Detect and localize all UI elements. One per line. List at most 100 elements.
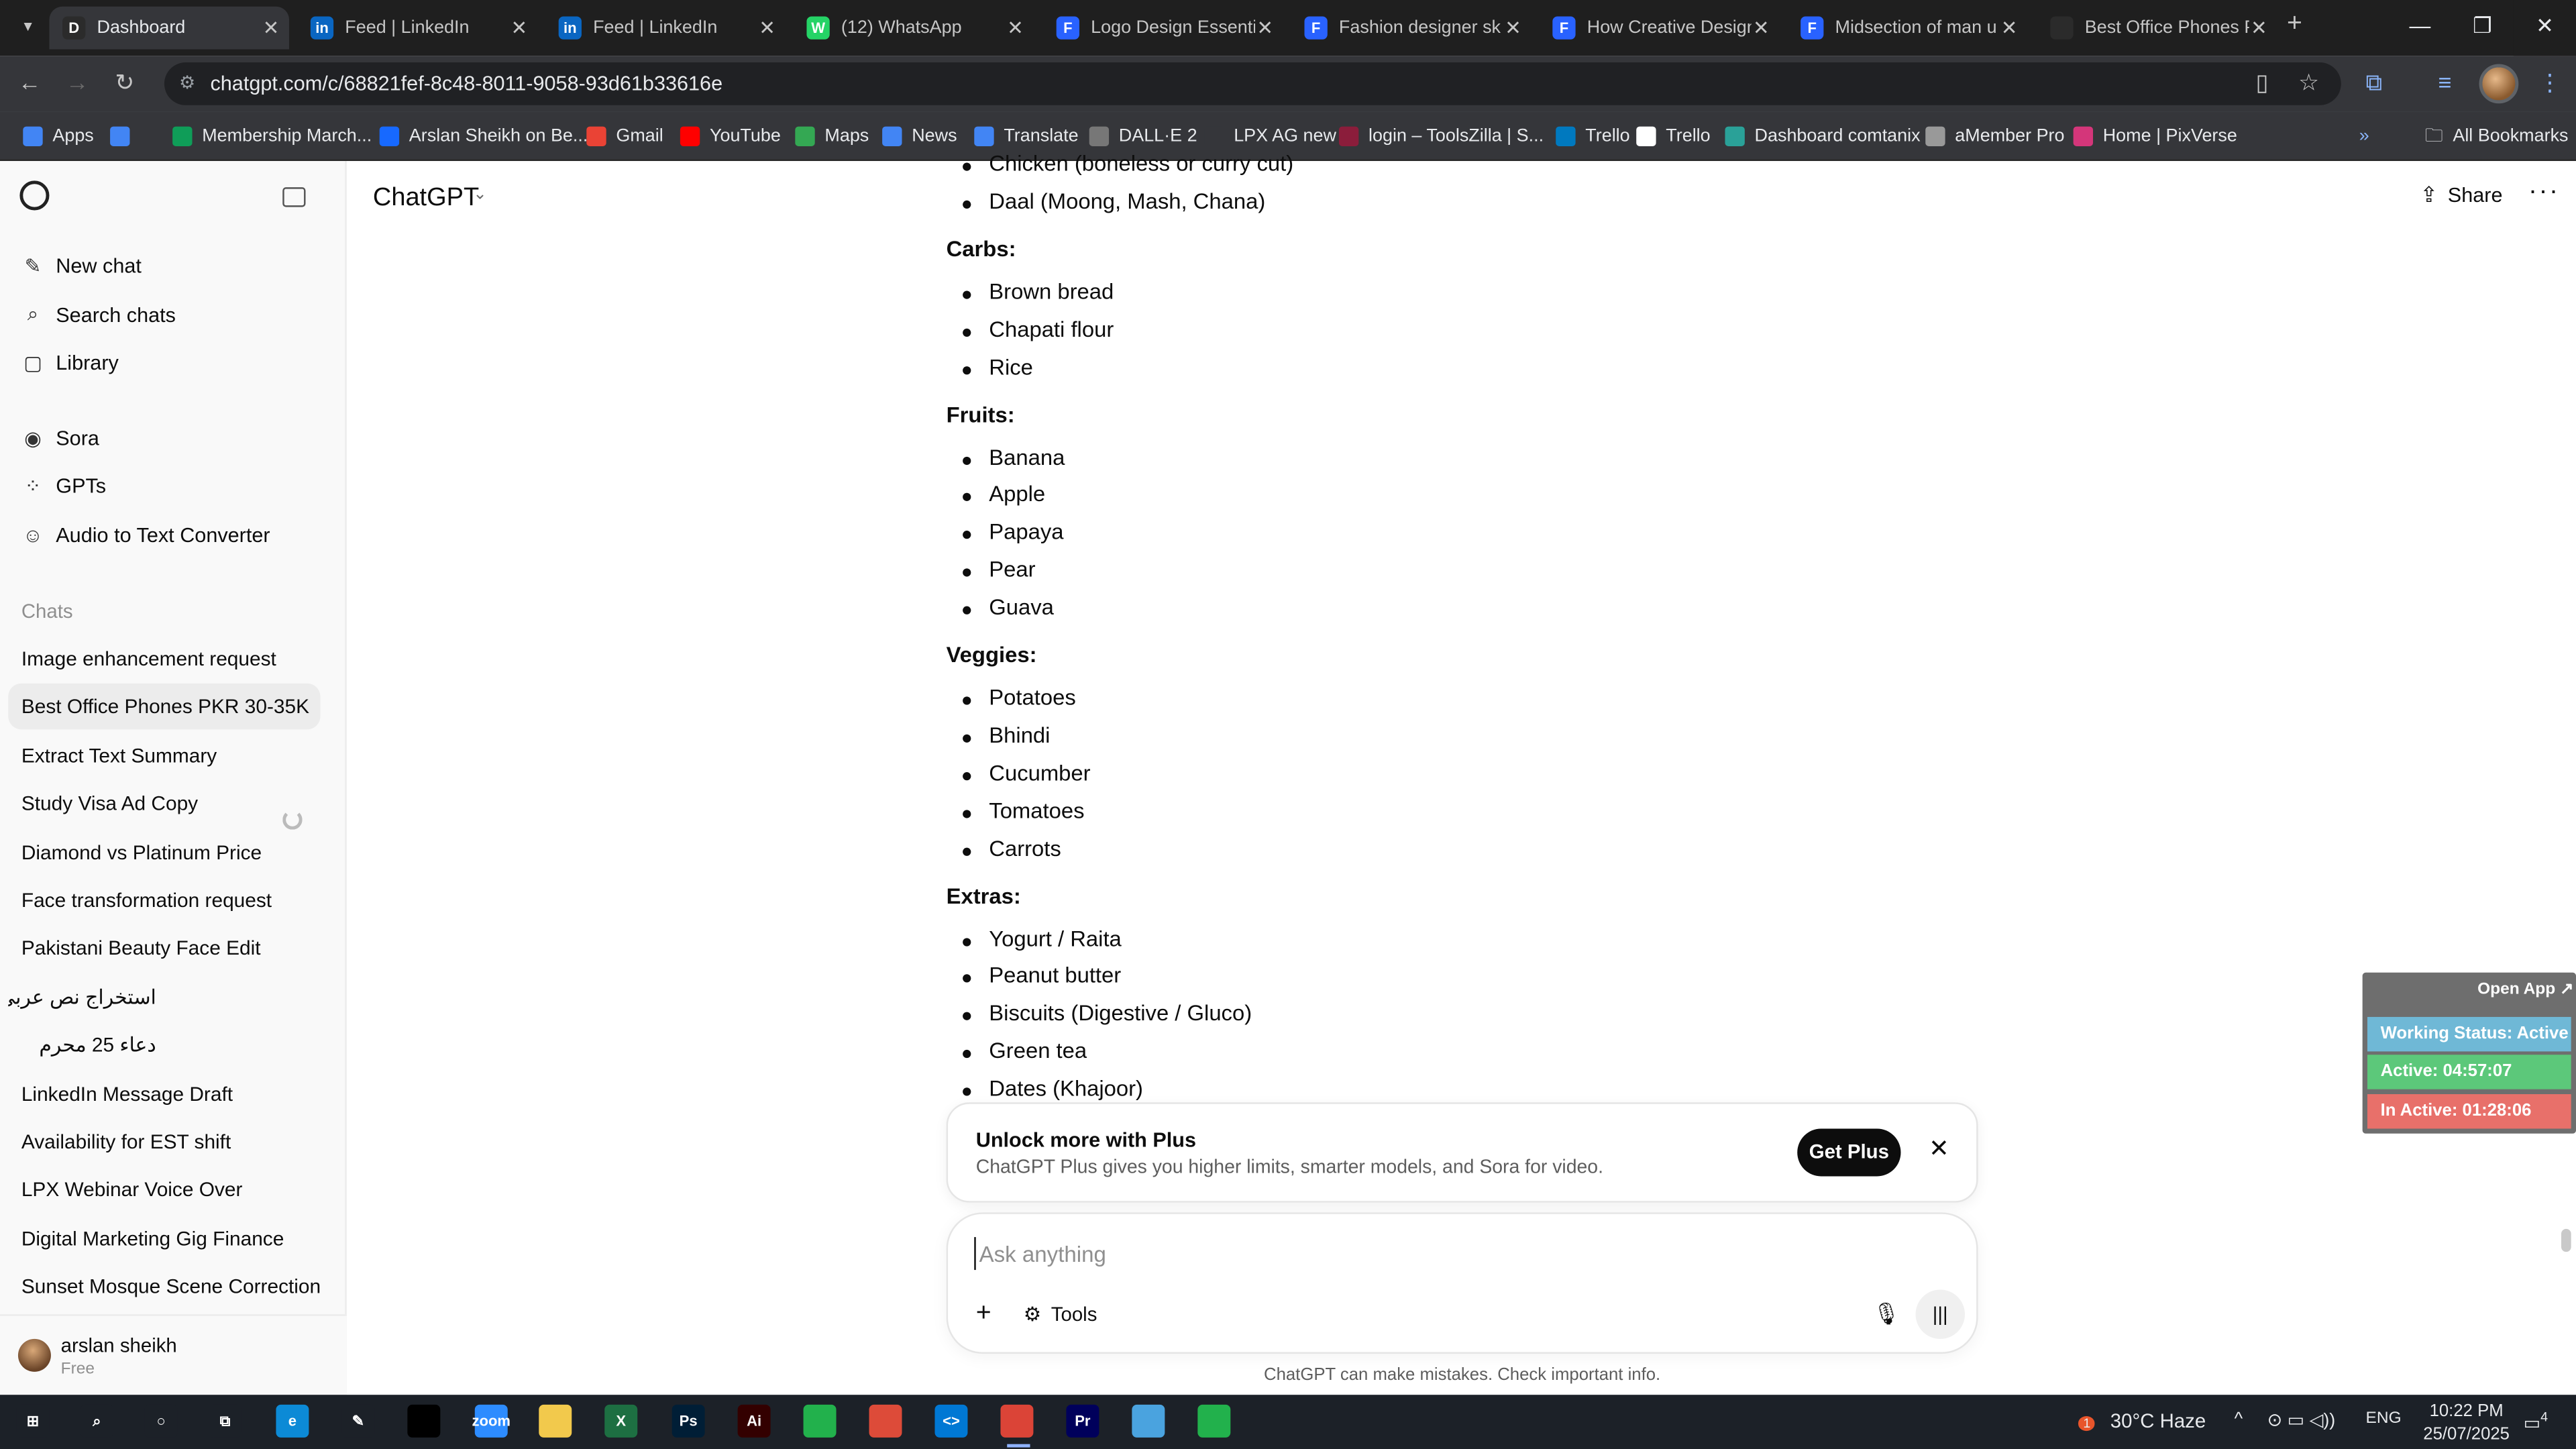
minimize-button[interactable]: — xyxy=(2389,0,2451,56)
media-control-icon[interactable]: ≡ xyxy=(2438,69,2451,95)
bookmark-item[interactable]: Trello xyxy=(1556,121,1630,151)
taskbar-app-green-2-icon[interactable] xyxy=(1197,1404,1231,1438)
clock[interactable]: 10:22 PM 25/07/2025 xyxy=(2423,1400,2510,1446)
browser-tab[interactable]: F Fashion designer sk ✕ xyxy=(1291,7,1532,50)
browser-tab[interactable]: F Midsection of man u ✕ xyxy=(1788,7,2028,50)
browser-tab[interactable]: D Dashboard ✕ xyxy=(49,6,290,50)
chat-history-item[interactable]: Digital Marketing Gig Finance xyxy=(8,1216,320,1262)
bookmark-item[interactable]: Translate xyxy=(974,121,1079,151)
taskbar-illustrator-icon[interactable]: Ai xyxy=(737,1404,771,1438)
chat-history-item[interactable]: Study Visa Ad Copy xyxy=(8,781,320,827)
browser-tab[interactable]: in Feed | LinkedIn ✕ xyxy=(545,7,786,50)
system-tray-icons[interactable]: ⊙ ▭ ◁)) xyxy=(2267,1409,2336,1431)
profile-avatar[interactable] xyxy=(2479,64,2519,104)
user-profile[interactable]: arslan sheikh Free xyxy=(0,1314,347,1395)
bookmark-item[interactable]: Arslan Sheikh on Be... xyxy=(379,121,588,151)
taskbar-terminal-icon[interactable] xyxy=(407,1404,441,1438)
taskbar-explorer-icon[interactable] xyxy=(539,1404,572,1438)
tab-close-icon[interactable]: ✕ xyxy=(1753,16,1770,39)
more-options-icon[interactable]: ··· xyxy=(2528,177,2559,207)
taskbar-task-view-icon[interactable]: ⧉ xyxy=(209,1404,242,1438)
bookmark-item[interactable] xyxy=(110,121,140,151)
open-app-link[interactable]: Open App ↗ xyxy=(2477,981,2573,999)
scrollbar-thumb[interactable] xyxy=(2561,1228,2571,1252)
more-bookmarks-icon[interactable]: » xyxy=(2359,121,2369,151)
bookmark-item[interactable]: Home | PixVerse xyxy=(2073,121,2237,151)
sidebar-item-gpts[interactable]: ⁘ GPTs xyxy=(21,475,106,498)
taskbar-premiere-icon[interactable]: Pr xyxy=(1066,1404,1099,1438)
taskbar-cortana-icon[interactable]: ○ xyxy=(144,1404,178,1438)
weather-widget[interactable]: 1 30°C Haze xyxy=(2078,1409,2206,1433)
chat-history-item[interactable]: Image enhancement request xyxy=(8,636,320,682)
get-plus-button[interactable]: Get Plus xyxy=(1797,1128,1901,1177)
bookmark-item[interactable]: login – ToolsZilla | S... xyxy=(1338,121,1544,151)
voice-mode-icon[interactable]: ||| xyxy=(1915,1289,1966,1339)
taskbar-pen-icon[interactable]: ✎ xyxy=(341,1404,375,1438)
tab-close-icon[interactable]: ✕ xyxy=(263,16,280,39)
bookmark-item[interactable]: Gmail xyxy=(586,121,663,151)
prompt-input[interactable] xyxy=(974,1237,1796,1271)
taskbar-excel-icon[interactable]: X xyxy=(604,1404,638,1438)
model-selector[interactable]: ChatGPT xyxy=(373,184,479,213)
tab-close-icon[interactable]: ✕ xyxy=(759,16,775,39)
tab-search-dropdown-icon[interactable]: ▾ xyxy=(13,13,43,43)
extensions-icon[interactable]: ⧉ xyxy=(2366,69,2382,97)
taskbar-chrome-icon[interactable] xyxy=(869,1404,902,1438)
taskbar-search-icon[interactable]: ⌕ xyxy=(80,1404,113,1438)
bookmark-item[interactable]: News xyxy=(882,121,957,151)
bookmark-item[interactable]: Apps xyxy=(23,121,94,151)
taskbar-chrome-active-icon[interactable] xyxy=(1000,1404,1034,1438)
sidebar-item-audio-to-text-converter[interactable]: ☺ Audio to Text Converter xyxy=(21,524,270,547)
browser-tab[interactable]: W (12) WhatsApp ✕ xyxy=(794,7,1034,50)
site-info-icon[interactable]: ⚙ xyxy=(179,62,195,105)
browser-tab[interactable]: Best Office Phones P ✕ xyxy=(2037,7,2277,50)
chat-history-item[interactable]: استخراج نص عربي xyxy=(8,974,320,1020)
reload-icon[interactable]: ↻ xyxy=(115,69,134,97)
taskbar-app-blue-icon[interactable] xyxy=(1132,1404,1165,1438)
all-bookmarks[interactable]: 🗀 All Bookmarks xyxy=(2425,121,2569,151)
tab-close-icon[interactable]: ✕ xyxy=(2251,16,2267,39)
browser-tab[interactable]: in Feed | LinkedIn ✕ xyxy=(297,7,537,50)
back-icon[interactable]: ← xyxy=(18,69,41,95)
bookmark-item[interactable]: Maps xyxy=(795,121,869,151)
bookmark-star-icon[interactable]: ☆ xyxy=(2298,69,2319,97)
sidebar-toggle-icon[interactable] xyxy=(282,187,306,207)
bookmark-item[interactable]: aMember Pro xyxy=(1925,121,2065,151)
notifications-icon[interactable]: ▭4 xyxy=(2524,1409,2548,1434)
taskbar-edge-icon[interactable]: e xyxy=(276,1404,309,1438)
new-tab-button[interactable]: + xyxy=(2287,10,2302,40)
add-attachment-icon[interactable]: + xyxy=(976,1299,991,1329)
openai-logo-icon[interactable] xyxy=(19,180,50,211)
close-icon[interactable]: ✕ xyxy=(1929,1134,1949,1163)
tab-close-icon[interactable]: ✕ xyxy=(511,16,527,39)
chat-history-item[interactable]: دعاء 25 محرم xyxy=(8,1022,320,1069)
chrome-menu-icon[interactable]: ⋮ xyxy=(2538,69,2561,97)
taskbar-app-green-icon[interactable] xyxy=(803,1404,837,1438)
chat-history-item[interactable]: Pakistani Beauty Face Edit xyxy=(8,926,320,972)
forward-icon[interactable]: → xyxy=(66,69,89,95)
tab-close-icon[interactable]: ✕ xyxy=(1256,16,1273,39)
bookmark-item[interactable]: LPX AG new xyxy=(1204,121,1336,151)
tools-button[interactable]: ⚙ Tools xyxy=(1024,1303,1097,1326)
sidebar-item-new-chat[interactable]: ✎ New chat xyxy=(21,255,142,278)
browser-tab[interactable]: F Logo Design Essenti ✕ xyxy=(1043,7,1283,50)
taskbar-zoom-icon[interactable]: zoom xyxy=(472,1404,511,1438)
chat-history-item[interactable]: LinkedIn Message Draft xyxy=(8,1071,320,1117)
bookmark-item[interactable]: DALL·E 2 xyxy=(1089,121,1197,151)
chat-history-item[interactable]: Diamond vs Platinum Price xyxy=(8,829,320,875)
close-window-button[interactable]: ✕ xyxy=(2513,0,2576,56)
bookmark-item[interactable]: Trello xyxy=(1636,121,1711,151)
taskbar-vscode-icon[interactable]: <> xyxy=(934,1404,968,1438)
sidebar-item-library[interactable]: ▢ Library xyxy=(21,352,119,374)
chat-history-item[interactable]: Availability for EST shift xyxy=(8,1119,320,1165)
chat-history-item[interactable]: LPX Webinar Voice Over xyxy=(8,1167,320,1214)
show-hidden-icons-icon[interactable]: ^ xyxy=(2235,1409,2243,1429)
address-bar[interactable]: ⚙ chatgpt.com/c/68821fef-8c48-8011-9058-… xyxy=(164,62,2341,105)
language-indicator[interactable]: ENG xyxy=(2366,1409,2402,1428)
chevron-down-icon[interactable]: ⌄ xyxy=(473,186,487,204)
sidebar-item-sora[interactable]: ◉ Sora xyxy=(21,427,99,450)
taskbar-photoshop-icon[interactable]: Ps xyxy=(672,1404,705,1438)
install-app-icon[interactable]: ▯ xyxy=(2255,69,2268,97)
chat-history-item[interactable]: Extract Text Summary xyxy=(8,733,320,779)
chat-history-item[interactable]: Face transformation request xyxy=(8,877,320,924)
